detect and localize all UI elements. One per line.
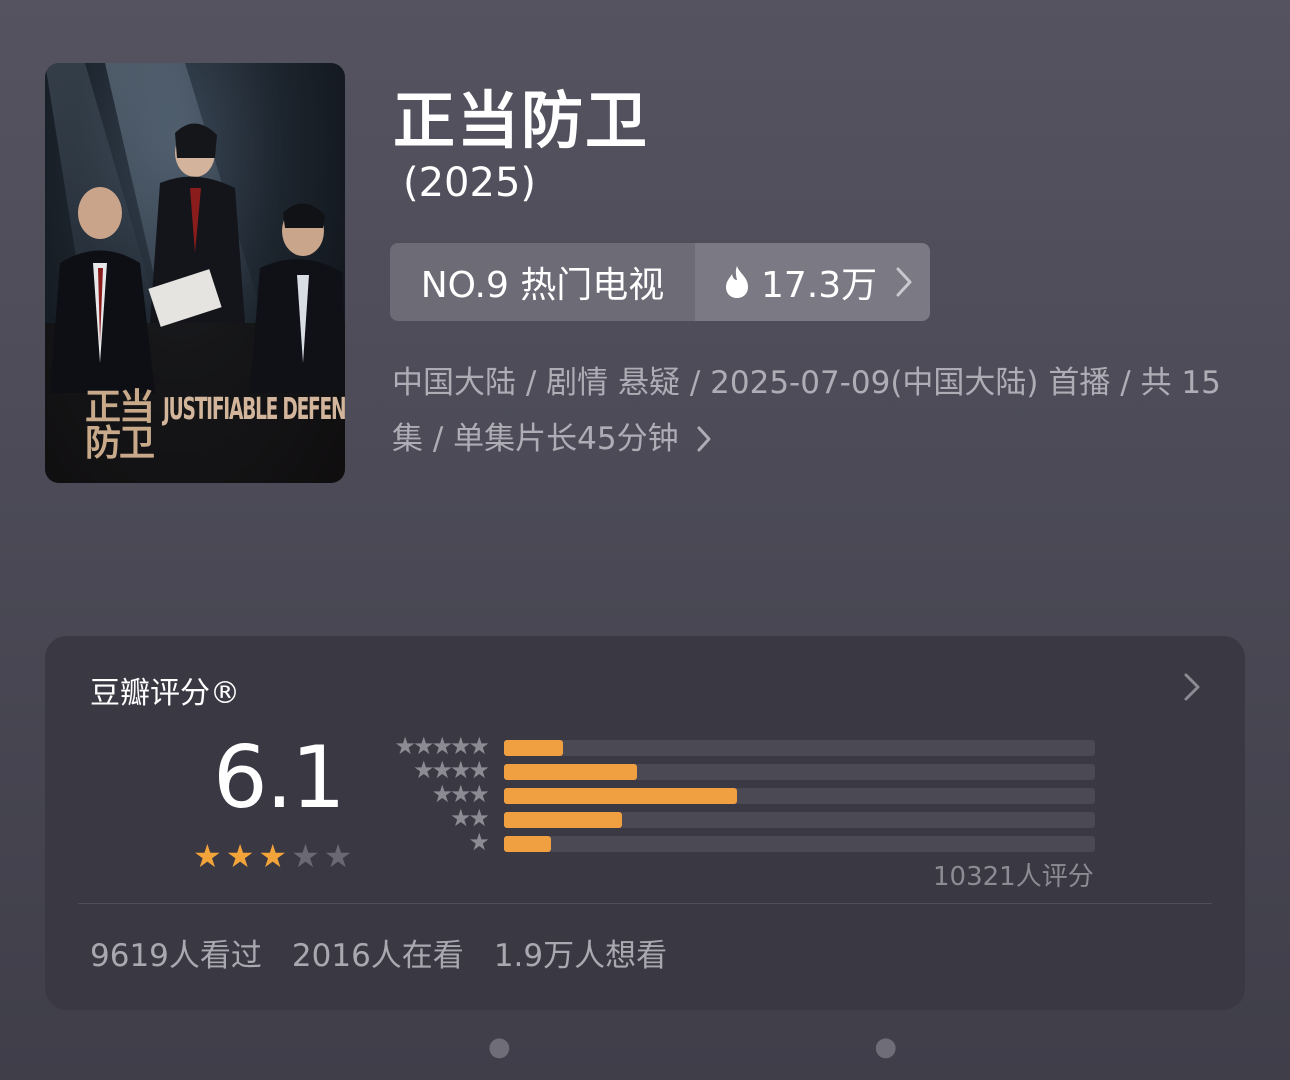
want-count[interactable]: 1.9万人想看 bbox=[494, 930, 667, 975]
poster-title-en: JUSTIFIABLE DEFENSE bbox=[163, 392, 345, 427]
distribution-row: ★ bbox=[375, 828, 1095, 856]
distribution-bar bbox=[504, 740, 564, 756]
show-title: 正当防卫 bbox=[393, 84, 650, 157]
divider bbox=[78, 903, 1212, 904]
distribution-bar bbox=[504, 764, 637, 780]
distribution-track bbox=[504, 812, 1095, 828]
distribution-bar bbox=[504, 788, 738, 804]
chevron-right-icon bbox=[697, 426, 711, 452]
rank-label: NO.9 热门电视 bbox=[390, 243, 695, 321]
rating-card[interactable]: 豆瓣评分® 6.1 ★ ★ ★ ★ ★ ★★★★★ ★★★★ ★★★ ★★ ★ 10321人评分… bbox=[45, 636, 1245, 1010]
watching-count[interactable]: 2016人在看 bbox=[292, 930, 464, 975]
distribution-track bbox=[504, 836, 1095, 852]
show-metadata[interactable]: 中国大陆 / 剧情 悬疑 / 2025-07-09(中国大陆) 首播 / 共 1… bbox=[392, 355, 1232, 467]
rating-count: 10321人评分 bbox=[933, 862, 1094, 892]
star-filled-icon: ★ bbox=[258, 837, 288, 875]
distribution-bar bbox=[504, 812, 623, 828]
heat-count[interactable]: 17.3万 bbox=[695, 243, 930, 321]
poster-image[interactable]: 正当防卫 JUSTIFIABLE DEFENSE bbox=[45, 63, 345, 483]
star-filled-icon: ★ bbox=[225, 837, 255, 875]
chevron-right-icon bbox=[896, 267, 912, 297]
distribution-track bbox=[504, 788, 1095, 804]
star-empty-icon: ★ bbox=[323, 837, 353, 875]
watch-stats: 9619人看过 2016人在看 1.9万人想看 bbox=[90, 930, 667, 975]
rating-score: 6.1 bbox=[213, 728, 346, 828]
distribution-star-icon: ★ bbox=[468, 828, 489, 856]
chevron-right-icon[interactable] bbox=[1183, 672, 1201, 702]
watched-count[interactable]: 9619人看过 bbox=[90, 930, 262, 975]
star-empty-icon: ★ bbox=[291, 837, 320, 875]
distribution-track bbox=[504, 740, 1095, 756]
show-year: (2025) bbox=[403, 160, 537, 206]
watermark: ● ● bbox=[488, 1032, 898, 1062]
distribution-track bbox=[504, 764, 1095, 780]
poster-title-cn: 正当防卫 bbox=[85, 386, 155, 464]
rating-title: 豆瓣评分® bbox=[90, 676, 240, 711]
rating-stars: ★ ★ ★ ★ ★ bbox=[193, 838, 352, 874]
flame-icon bbox=[726, 266, 748, 298]
heat-value: 17.3万 bbox=[761, 265, 878, 306]
distribution-bar bbox=[504, 836, 552, 852]
star-filled-icon: ★ bbox=[193, 837, 222, 875]
metadata-text: 中国大陆 / 剧情 悬疑 / 2025-07-09(中国大陆) 首播 / 共 1… bbox=[392, 365, 1221, 457]
rank-badge[interactable]: NO.9 热门电视 17.3万 bbox=[390, 243, 930, 321]
